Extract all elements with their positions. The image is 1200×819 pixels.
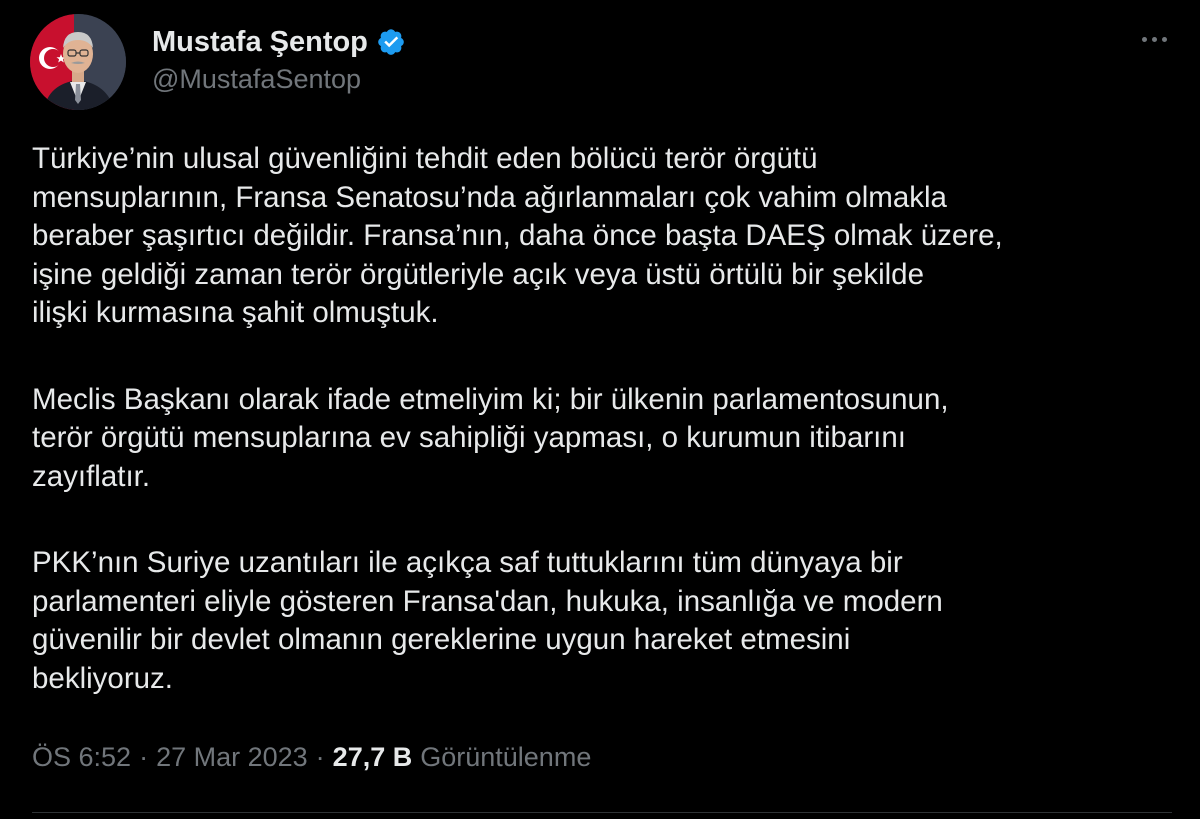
tweet-line: ilişki kurmasına şahit olmuştuk. <box>32 296 439 329</box>
tweet-text: Türkiye’nin ulusal güvenliğini tehdit ed… <box>32 140 1182 698</box>
avatar-photo <box>30 14 126 110</box>
tweet-paragraph-3: PKK’nın Suriye uzantıları ile açıkça saf… <box>32 544 1182 698</box>
tweet-line: mensuplarının, Fransa Senatosu’nda ağırl… <box>32 180 947 214</box>
author-display-name[interactable]: Mustafa Şentop <box>152 26 368 59</box>
tweet-line: PKK’nın Suriye uzantıları ile açıkça saf… <box>32 546 903 579</box>
tweet-line: Türkiye’nin ulusal güvenliğini tehdit ed… <box>32 142 818 175</box>
tweet-line: bekliyoruz. <box>32 661 174 695</box>
author-avatar[interactable] <box>30 14 126 110</box>
tweet-paragraph-1: Türkiye’nin ulusal güvenliğini tehdit ed… <box>32 140 1182 333</box>
tweet-line: beraber şaşırtıcı değildir. Fransa’nın, … <box>32 219 1003 252</box>
tweet-paragraph-2: Meclis Başkanı olarak ifade etmeliyim ki… <box>32 381 1182 497</box>
tweet: Mustafa Şentop @MustafaSentop Türkiye’ni… <box>0 0 1200 819</box>
verified-badge-icon[interactable] <box>376 27 406 57</box>
views-count[interactable]: 27,7 B <box>333 742 413 773</box>
tweet-date[interactable]: 27 Mar 2023 <box>156 742 308 773</box>
tweet-line: zayıflatır. <box>32 459 151 493</box>
author-handle[interactable]: @MustafaSentop <box>152 64 361 95</box>
more-dot <box>1141 36 1147 42</box>
more-options-icon[interactable] <box>1134 24 1174 54</box>
more-dot <box>1151 36 1157 42</box>
divider <box>32 812 1172 813</box>
more-dot <box>1161 36 1167 42</box>
tweet-line: terör örgütü mensuplarına ev sahipliği y… <box>32 421 906 454</box>
author-name-row: Mustafa Şentop <box>152 24 406 60</box>
meta-separator: · <box>315 742 325 772</box>
tweet-line: işine geldiği zaman terör örgütleriyle a… <box>32 257 924 291</box>
meta-separator: · <box>139 742 149 772</box>
tweet-time[interactable]: ÖS 6:52 <box>32 742 131 773</box>
views-label: Görüntülenme <box>420 742 592 772</box>
tweet-line: güvenilir bir devlet olmanın gereklerine… <box>32 623 851 656</box>
tweet-meta: ÖS 6:52 · 27 Mar 2023 · 27,7 B Görüntüle… <box>32 742 591 773</box>
tweet-line: parlamenteri eliyle gösteren Fransa'dan,… <box>32 584 943 618</box>
tweet-line: Meclis Başkanı olarak ifade etmeliyim ki… <box>32 382 949 416</box>
